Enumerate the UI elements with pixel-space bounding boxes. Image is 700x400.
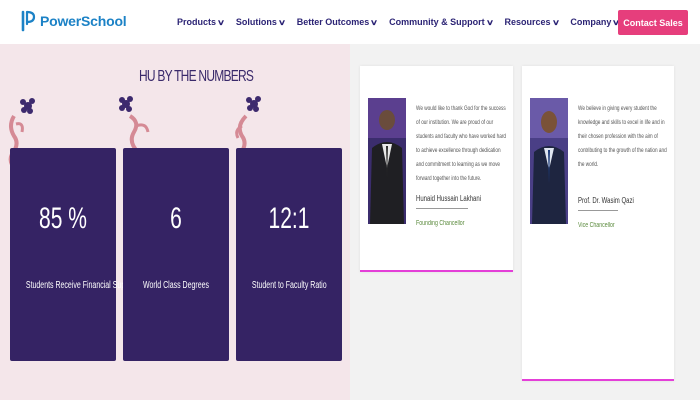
menu-item-label: Solutions <box>235 17 277 27</box>
stat-value: 6 <box>170 202 182 235</box>
chevron-down-icon: ∨ <box>216 17 226 27</box>
leader-portrait <box>368 98 406 224</box>
leader-title: Vice Chancellor <box>578 222 615 229</box>
chevron-down-icon: ∨ <box>551 17 560 27</box>
name-underline <box>578 210 618 211</box>
powerschool-logo[interactable]: PowerSchool <box>20 10 127 32</box>
stat-label: Students Receive Financial Support <box>25 280 138 291</box>
leader-card: We would like to thank God for the succe… <box>360 66 513 272</box>
contact-sales-button[interactable]: Contact Sales <box>618 10 688 35</box>
name-underline <box>416 208 468 209</box>
stat-label: World Class Degrees <box>142 280 209 291</box>
menu-item-resources[interactable]: Resources ∨ <box>504 17 560 27</box>
menu-item-label: Company <box>570 17 612 27</box>
leader-quote: We would like to thank God for the succe… <box>416 105 507 182</box>
numbers-section: HU BY THE NUMBERS 85 % Students Receive … <box>0 44 350 400</box>
menu-item-community-support[interactable]: Community & Support ∨ <box>389 17 494 27</box>
menu-item-products[interactable]: Products ∨ <box>177 17 226 27</box>
leader-quote: We believe in giving every student the k… <box>578 105 667 168</box>
section-title: HU BY THE NUMBERS <box>139 68 254 85</box>
menu-item-label: Products <box>177 17 217 27</box>
leader-name: Hunaid Hussain Lakhani <box>416 194 482 203</box>
menu-item-company[interactable]: Company ∨ <box>570 17 620 27</box>
chevron-down-icon: ∨ <box>370 17 379 27</box>
menu-item-label: Resources <box>504 17 551 27</box>
card-accent-bar <box>360 270 513 272</box>
menu-item-solutions[interactable]: Solutions ∨ <box>235 17 286 27</box>
chevron-down-icon: ∨ <box>277 17 286 27</box>
leader-card: We believe in giving every student the k… <box>522 66 674 381</box>
stat-value: 12:1 <box>268 202 310 235</box>
person-photo-icon <box>368 98 406 224</box>
leader-name: Prof. Dr. Wasim Qazi <box>578 196 634 205</box>
main-menu: Products ∨ Solutions ∨ Better Outcomes ∨ Co… <box>177 17 620 27</box>
person-photo-icon <box>530 98 568 224</box>
stat-card: 12:1 Student to Faculty Ratio <box>236 148 342 361</box>
menu-item-label: Better Outcomes <box>296 17 370 27</box>
stat-card: 85 % Students Receive Financial Support <box>10 148 138 361</box>
brand-name: PowerSchool <box>40 13 127 29</box>
leadership-section: We would like to thank God for the succe… <box>350 44 700 400</box>
menu-item-label: Community & Support <box>389 17 485 27</box>
leader-title: Founding Chancellor <box>416 220 465 227</box>
card-accent-bar <box>522 379 674 381</box>
chevron-down-icon: ∨ <box>485 17 494 27</box>
top-navigation: PowerSchool Products ∨ Solutions ∨ Better … <box>0 0 700 44</box>
powerschool-logo-icon <box>21 10 36 32</box>
menu-item-better-outcomes[interactable]: Better Outcomes ∨ <box>296 17 379 27</box>
stat-label: Student to Faculty Ratio <box>251 280 327 291</box>
leader-portrait <box>530 98 568 224</box>
stat-value: 85 % <box>39 202 87 235</box>
stat-card: 6 World Class Degrees <box>123 148 229 361</box>
